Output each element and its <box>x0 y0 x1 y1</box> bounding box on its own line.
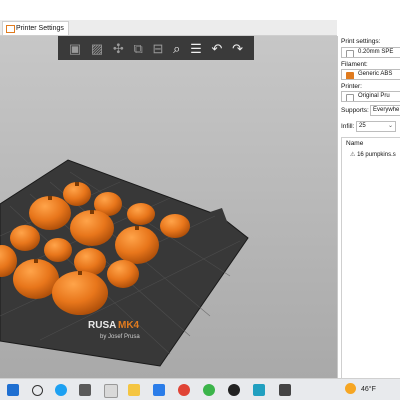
chrome-icon[interactable] <box>178 384 190 396</box>
taskbar-app-icon-3[interactable] <box>279 384 291 396</box>
pumpkin <box>44 238 72 262</box>
bed-brand-text: RUSA <box>88 320 116 331</box>
printer-icon <box>346 94 354 101</box>
viewport-toolbar: ▣ ▨ ✣ ⧉ ⊟ ⌕ ☰ ↶ ↷ <box>58 36 254 60</box>
object-list: Name ⚠ 16 pumpkins.s <box>341 137 400 378</box>
copy-icon[interactable]: ⧉ <box>134 42 143 55</box>
weather-temperature[interactable]: 46°F <box>361 386 376 393</box>
windows-start-icon[interactable] <box>7 384 19 396</box>
supports-label: Supports: <box>341 107 369 114</box>
supports-value: Everywhe <box>373 107 400 113</box>
infill-select[interactable]: 25 ⌄ <box>356 121 396 132</box>
delete-icon[interactable]: ▨ <box>91 42 103 55</box>
printer-combo[interactable]: Original Pru <box>341 91 400 102</box>
paste-icon[interactable]: ⊟ <box>153 42 164 55</box>
bed-subtitle-text: by Josef Prusa <box>100 334 140 340</box>
print-settings-label: Print settings: <box>341 38 381 45</box>
print-settings-combo[interactable]: 0.20mm SPE <box>341 47 400 58</box>
file-explorer-icon[interactable] <box>128 384 140 396</box>
pumpkin <box>52 271 108 315</box>
gear-icon <box>346 50 354 57</box>
printer-settings-icon <box>6 25 15 33</box>
taskbar-app-icon-2[interactable] <box>253 384 265 396</box>
arrange-icon[interactable]: ✣ <box>113 42 124 55</box>
pumpkin <box>107 260 139 288</box>
pumpkin <box>70 210 114 246</box>
chevron-down-icon: ⌄ <box>387 123 393 129</box>
prusaslicer-icon[interactable] <box>228 384 240 396</box>
supports-select[interactable]: Everywhe <box>370 105 400 116</box>
filament-value: Generic ABS <box>358 71 393 77</box>
search-taskbar-icon[interactable] <box>32 385 43 396</box>
pumpkin <box>10 225 40 251</box>
layers-icon[interactable]: ☰ <box>190 42 202 55</box>
windows-taskbar <box>0 378 400 400</box>
tab-printer-settings[interactable]: Printer Settings <box>2 21 69 35</box>
object-list-item[interactable]: ⚠ 16 pumpkins.s <box>350 151 396 158</box>
tab-printer-settings-label: Printer Settings <box>16 25 64 32</box>
pumpkin <box>160 214 190 238</box>
filament-label: Filament: <box>341 61 368 68</box>
undo-icon[interactable]: ↶ <box>212 42 223 55</box>
printer-value: Original Pru <box>358 93 390 99</box>
task-view-icon[interactable] <box>79 384 91 396</box>
bed-model-text: MK4 <box>118 320 140 331</box>
3d-viewport[interactable]: RUSA MK4 by Josef Prusa <box>0 36 337 378</box>
dropbox-icon[interactable] <box>153 384 165 396</box>
warning-icon: ⚠ <box>350 152 356 158</box>
taskbar-app-icon[interactable] <box>104 384 118 398</box>
add-icon[interactable]: ▣ <box>69 42 81 55</box>
printer-label: Printer: <box>341 83 362 90</box>
plater-sidebar: Print settings: 0.20mm SPE Filament: Gen… <box>337 36 400 378</box>
infill-label: Infill: <box>341 123 355 130</box>
filament-color-icon <box>346 72 354 79</box>
object-name: 16 pumpkins.s <box>357 152 396 158</box>
chrome-profile-icon[interactable] <box>203 384 215 396</box>
pumpkin <box>127 203 155 225</box>
edge-browser-icon[interactable] <box>55 384 67 396</box>
print-settings-value: 0.20mm SPE <box>358 49 394 55</box>
pumpkin <box>115 226 159 264</box>
infill-value: 25 <box>359 123 366 129</box>
filament-combo[interactable]: Generic ABS <box>341 69 400 80</box>
weather-icon <box>345 383 356 394</box>
name-column-header: Name <box>346 140 364 147</box>
search-icon[interactable]: ⌕ <box>173 42 180 55</box>
print-bed-scene: RUSA MK4 by Josef Prusa <box>0 159 249 367</box>
pumpkin <box>29 196 71 230</box>
redo-icon[interactable]: ↷ <box>232 42 243 55</box>
